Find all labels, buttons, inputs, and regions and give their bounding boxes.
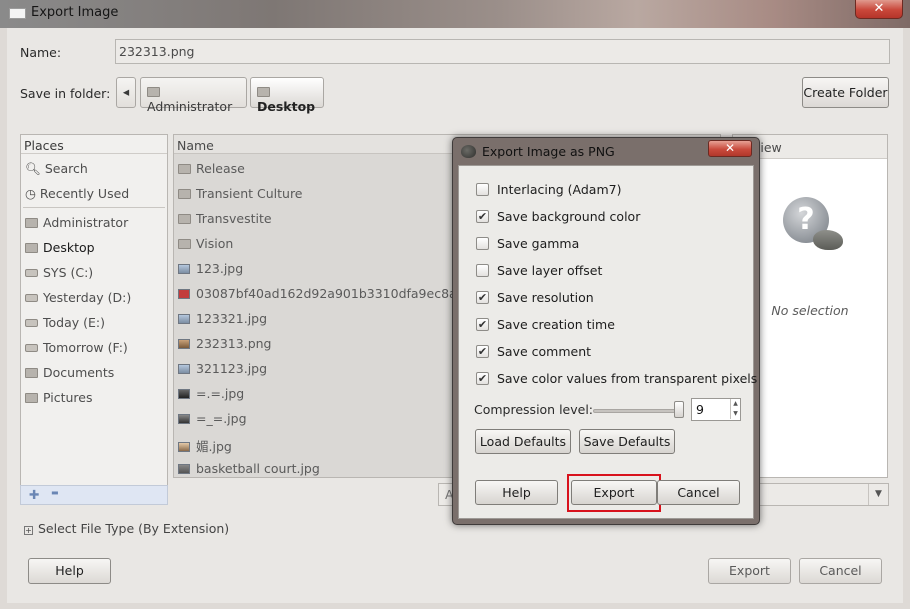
folder-icon — [147, 87, 160, 97]
drive-icon — [25, 344, 38, 352]
spin-up-icon[interactable]: ▲ — [730, 399, 740, 409]
compression-slider-handle[interactable] — [674, 401, 684, 418]
place-documents[interactable]: Documents — [25, 365, 114, 385]
file-row[interactable]: =_=.jpg — [178, 411, 247, 431]
file-row[interactable]: Transvestite — [178, 211, 272, 231]
app-icon — [9, 8, 26, 19]
filename-input[interactable]: 232313.png — [115, 39, 890, 64]
file-row[interactable]: 232313.png — [178, 336, 271, 356]
gimp-icon — [461, 145, 476, 158]
place-administrator[interactable]: Administrator — [25, 215, 128, 235]
checkbox-icon[interactable]: ✔ — [476, 210, 489, 223]
folder-icon — [178, 239, 191, 249]
breadcrumb-back-button[interactable]: ◂ — [116, 77, 136, 108]
wilber-icon — [813, 230, 843, 250]
chevron-down-icon: ▼ — [868, 484, 888, 505]
clock-icon: ◷ — [25, 186, 40, 201]
image-file-icon — [178, 414, 190, 424]
image-file-icon — [178, 339, 190, 349]
image-file-icon — [178, 442, 190, 452]
folder-icon — [25, 393, 38, 403]
folder-icon — [25, 218, 38, 228]
image-file-icon — [178, 289, 190, 299]
folder-icon — [257, 87, 270, 97]
image-file-icon — [178, 314, 190, 324]
search-icon: 🔍︎ — [25, 161, 45, 176]
folder-icon — [178, 214, 191, 224]
image-file-icon — [178, 389, 190, 399]
place-sys-c[interactable]: SYS (C:) — [25, 265, 93, 285]
places-panel: Places 🔍︎ Search ◷ Recently Used Adminis… — [20, 134, 168, 504]
places-toolbar: ✚ ▬ — [20, 485, 168, 505]
png-help-button[interactable]: Help — [475, 480, 558, 505]
place-recently-used[interactable]: ◷ Recently Used — [25, 186, 129, 206]
file-row[interactable]: 03087bf40ad162d92a901b3310dfa9ec8a13c — [178, 286, 479, 306]
file-row[interactable]: basketball court.jpg — [178, 461, 320, 477]
file-row[interactable]: Release — [178, 161, 245, 181]
folder-icon — [178, 189, 191, 199]
png-dialog-close-button[interactable]: ✕ — [708, 140, 752, 157]
place-desktop[interactable]: Desktop — [25, 240, 95, 260]
drive-icon — [25, 294, 38, 302]
save-in-folder-label: Save in folder: — [20, 86, 111, 101]
cancel-button[interactable]: Cancel — [799, 558, 882, 584]
file-row[interactable]: 123321.jpg — [178, 311, 267, 331]
drive-icon — [25, 269, 38, 277]
place-yesterday-d[interactable]: Yesterday (D:) — [25, 290, 131, 310]
compression-slider-track[interactable] — [593, 409, 683, 413]
checkbox-icon[interactable]: ✔ — [476, 345, 489, 358]
places-header[interactable]: Places — [21, 135, 167, 154]
expand-icon: + — [24, 526, 33, 535]
png-cancel-button[interactable]: Cancel — [657, 480, 740, 505]
place-tomorrow-f[interactable]: Tomorrow (F:) — [25, 340, 128, 360]
breadcrumb-desktop[interactable]: Desktop — [250, 77, 324, 114]
file-row[interactable]: 321123.jpg — [178, 361, 267, 381]
checkbox-icon[interactable]: ✔ — [476, 291, 489, 304]
name-label: Name: — [20, 45, 62, 60]
add-bookmark-icon[interactable]: ✚ — [29, 487, 39, 502]
remove-bookmark-icon[interactable]: ▬ — [51, 488, 59, 497]
select-file-type-expander[interactable]: + Select File Type (By Extension) — [24, 521, 229, 536]
checkbox-icon[interactable] — [476, 183, 489, 196]
export-button[interactable]: Export — [708, 558, 791, 584]
place-pictures[interactable]: Pictures — [25, 390, 93, 410]
spin-down-icon[interactable]: ▼ — [730, 409, 740, 419]
export-png-dialog: Export Image as PNG ✕ Interlacing (Adam7… — [452, 137, 760, 525]
help-button[interactable]: Help — [28, 558, 111, 584]
window-title: Export Image — [31, 5, 119, 20]
png-options-panel: Interlacing (Adam7) ✔ Save background col… — [458, 165, 757, 519]
image-file-icon — [178, 264, 190, 274]
title-bar: Export Image ✕ — [0, 0, 910, 28]
file-row[interactable]: Vision — [178, 236, 233, 256]
window-close-button[interactable]: ✕ — [855, 0, 903, 19]
load-defaults-button[interactable]: Load Defaults — [475, 429, 571, 454]
image-file-icon — [178, 364, 190, 374]
create-folder-button[interactable]: Create Folder — [802, 77, 889, 108]
file-row[interactable]: =.=.jpg — [178, 386, 244, 406]
file-row[interactable]: 媚.jpg — [178, 436, 232, 456]
folder-icon — [178, 164, 191, 174]
place-search[interactable]: 🔍︎ Search — [25, 161, 88, 181]
breadcrumb-administrator[interactable]: Administrator — [140, 77, 247, 114]
png-dialog-title: Export Image as PNG — [482, 144, 615, 159]
place-today-e[interactable]: Today (E:) — [25, 315, 105, 335]
checkbox-icon[interactable]: ✔ — [476, 318, 489, 331]
drive-icon — [25, 319, 38, 327]
checkbox-icon[interactable] — [476, 264, 489, 277]
folder-icon — [25, 243, 38, 253]
compression-level-label: Compression level: — [474, 402, 594, 417]
file-row[interactable]: 123.jpg — [178, 261, 243, 281]
image-file-icon — [178, 464, 190, 474]
compression-spinbutton[interactable]: 9 ▲ ▼ — [691, 398, 741, 421]
png-export-button[interactable]: Export — [571, 480, 657, 505]
folder-icon — [25, 368, 38, 378]
file-row[interactable]: Transient Culture — [178, 186, 303, 206]
save-defaults-button[interactable]: Save Defaults — [579, 429, 675, 454]
checkbox-icon[interactable]: ✔ — [476, 372, 489, 385]
checkbox-icon[interactable] — [476, 237, 489, 250]
places-divider — [23, 207, 165, 208]
